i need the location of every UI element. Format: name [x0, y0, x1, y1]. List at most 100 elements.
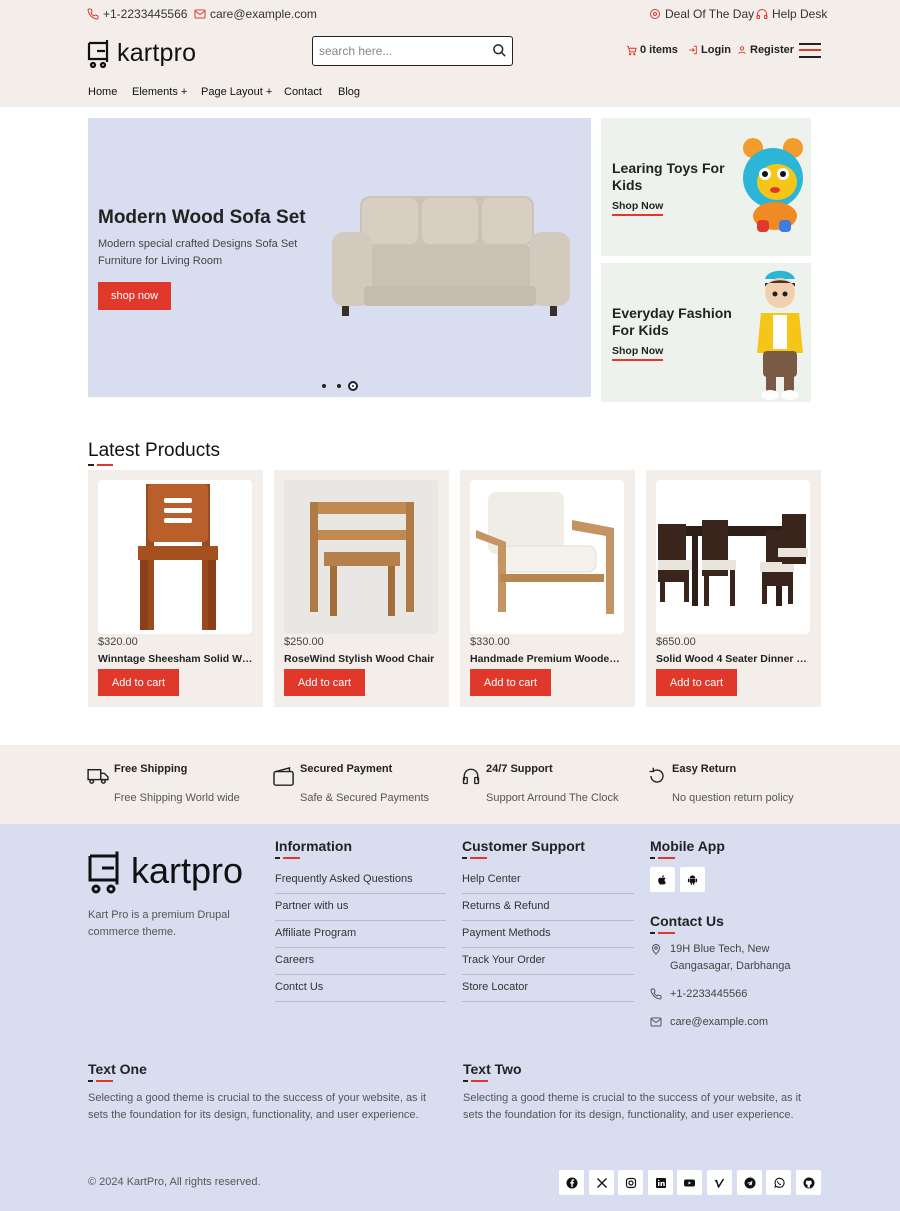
contact-phone[interactable]: +1-2233445566: [650, 986, 747, 1003]
facebook-link[interactable]: [559, 1170, 584, 1195]
instagram-link[interactable]: [618, 1170, 643, 1195]
cart-count: 0 items: [640, 44, 678, 56]
footer-link[interactable]: Help Center: [462, 867, 634, 894]
truck-icon: [87, 768, 109, 784]
footer-heading-information: Information: [275, 838, 352, 854]
linkedin-link[interactable]: [648, 1170, 673, 1195]
footer-link[interactable]: Payment Methods: [462, 921, 634, 948]
whatsapp-link[interactable]: [766, 1170, 791, 1195]
feature-title: Secured Payment: [300, 763, 393, 775]
product-name[interactable]: RoseWind Stylish Wood Chair: [284, 653, 440, 665]
footer-link[interactable]: Affiliate Program: [275, 921, 446, 948]
add-to-cart-button[interactable]: Add to cart: [98, 669, 179, 696]
footer-link[interactable]: Contct Us: [275, 975, 446, 1002]
apple-icon: [658, 874, 666, 885]
github-link[interactable]: [796, 1170, 821, 1195]
facebook-icon: [566, 1177, 577, 1188]
product-name[interactable]: Handmade Premium Wooden Arm Chair: [470, 653, 626, 665]
add-to-cart-button[interactable]: Add to cart: [284, 669, 365, 696]
contact-email-text: care@example.com: [670, 1016, 768, 1028]
nav-page-layout[interactable]: Page Layout +: [201, 86, 272, 98]
nav-elements[interactable]: Elements +: [132, 86, 187, 98]
x-link[interactable]: [589, 1170, 614, 1195]
add-to-cart-button[interactable]: Add to cart: [470, 669, 551, 696]
x-icon: [596, 1177, 607, 1188]
add-to-cart-button[interactable]: Add to cart: [656, 669, 737, 696]
contact-phone-text: +1-2233445566: [670, 988, 748, 1000]
heading-underline-accent: [97, 464, 113, 466]
logo-text: kartpro: [117, 38, 197, 67]
nav-home[interactable]: Home: [88, 86, 117, 98]
topbar-phone[interactable]: +1-2233445566: [87, 7, 187, 21]
footer-link[interactable]: Careers: [275, 948, 446, 975]
promo-card-toys[interactable]: Learing Toys For Kids Shop Now: [601, 118, 811, 256]
slider-dot-2[interactable]: [337, 384, 341, 388]
product-card[interactable]: $650.00 Solid Wood 4 Seater Dinner Table…: [646, 470, 821, 707]
promo-shop-now-toys[interactable]: Shop Now: [612, 200, 664, 216]
youtube-icon: [684, 1179, 695, 1186]
nav-contact[interactable]: Contact: [284, 86, 322, 98]
product-name[interactable]: Solid Wood 4 Seater Dinner Table: [656, 653, 812, 665]
footer-logo[interactable]: kartpro: [87, 848, 243, 894]
promo-shop-now-fashion[interactable]: Shop Now: [612, 345, 664, 361]
feature-title: Free Shipping: [114, 763, 188, 775]
footer-link[interactable]: Returns & Refund: [462, 894, 634, 921]
footer-link[interactable]: Frequently Asked Questions: [275, 867, 446, 894]
help-desk-link[interactable]: Help Desk: [756, 7, 827, 21]
cart-icon: [626, 45, 637, 55]
play-store-button[interactable]: [680, 867, 705, 892]
register-link[interactable]: Register: [737, 44, 794, 56]
product-image[interactable]: [470, 480, 624, 634]
cart-link[interactable]: 0 items: [626, 44, 678, 56]
promo-card-fashion[interactable]: Everyday Fashion For Kids Shop Now: [601, 263, 811, 402]
product-price: $330.00: [470, 636, 510, 648]
product-image[interactable]: [656, 480, 810, 634]
mail-icon: [194, 9, 206, 19]
product-card[interactable]: $320.00 Winntage Sheesham Solid Wood Cha…: [88, 470, 263, 707]
menu-toggle-button[interactable]: [799, 42, 821, 58]
footer-heading-text-one: Text One: [88, 1061, 147, 1077]
deal-label: Deal Of The Day: [665, 7, 755, 21]
github-icon: [803, 1177, 814, 1188]
user-icon: [738, 46, 746, 54]
product-price: $650.00: [656, 636, 696, 648]
product-image[interactable]: [284, 480, 438, 634]
product-name[interactable]: Winntage Sheesham Solid Wood Chair: [98, 653, 254, 665]
instagram-icon: [625, 1177, 636, 1188]
footer-link[interactable]: Partner with us: [275, 894, 446, 921]
feature-subtitle: No question return policy: [672, 792, 794, 804]
shop-now-button[interactable]: shop now: [98, 282, 171, 310]
slider-dot-3-active[interactable]: [348, 381, 358, 391]
footer-link[interactable]: Store Locator: [462, 975, 634, 1002]
contact-email[interactable]: care@example.com: [650, 1014, 768, 1031]
location-pin-icon: [651, 944, 661, 955]
promo-title-fashion: Everyday Fashion For Kids: [612, 305, 732, 338]
footer-heading-mobile-app: Mobile App: [650, 838, 725, 854]
footer-text-two-body: Selecting a good theme is crucial to the…: [463, 1092, 802, 1121]
telegram-link[interactable]: [737, 1170, 762, 1195]
features-bar: Free Shipping Free Shipping World wide S…: [0, 745, 900, 824]
footer-text-one-body: Selecting a good theme is crucial to the…: [88, 1092, 427, 1121]
vimeo-link[interactable]: [707, 1170, 732, 1195]
stylish-chair-image: [310, 502, 414, 616]
linkedin-icon: [655, 1177, 666, 1188]
slider-dot-1[interactable]: [322, 384, 326, 388]
search-icon[interactable]: [492, 43, 507, 58]
youtube-link[interactable]: [677, 1170, 702, 1195]
search-input[interactable]: [313, 44, 483, 58]
deal-of-the-day-link[interactable]: Deal Of The Day: [649, 7, 754, 21]
search-box: [312, 36, 513, 66]
mail-icon: [650, 1017, 662, 1027]
topbar-email[interactable]: care@example.com: [194, 7, 317, 21]
site-logo[interactable]: kartpro: [87, 38, 196, 68]
product-image[interactable]: [98, 480, 252, 634]
product-card[interactable]: $250.00 RoseWind Stylish Wood Chair Add …: [274, 470, 449, 707]
feature-subtitle: Free Shipping World wide: [114, 792, 240, 804]
app-store-button[interactable]: [650, 867, 675, 892]
product-card[interactable]: $330.00 Handmade Premium Wooden Arm Chai…: [460, 470, 635, 707]
footer-link[interactable]: Track Your Order: [462, 948, 634, 975]
site-header: +1-2233445566 care@example.com Deal Of T…: [0, 0, 900, 107]
nav-blog[interactable]: Blog: [338, 86, 360, 98]
login-link[interactable]: Login: [688, 44, 731, 56]
hero-description: Modern special crafted Designs Sofa Set …: [98, 238, 298, 267]
